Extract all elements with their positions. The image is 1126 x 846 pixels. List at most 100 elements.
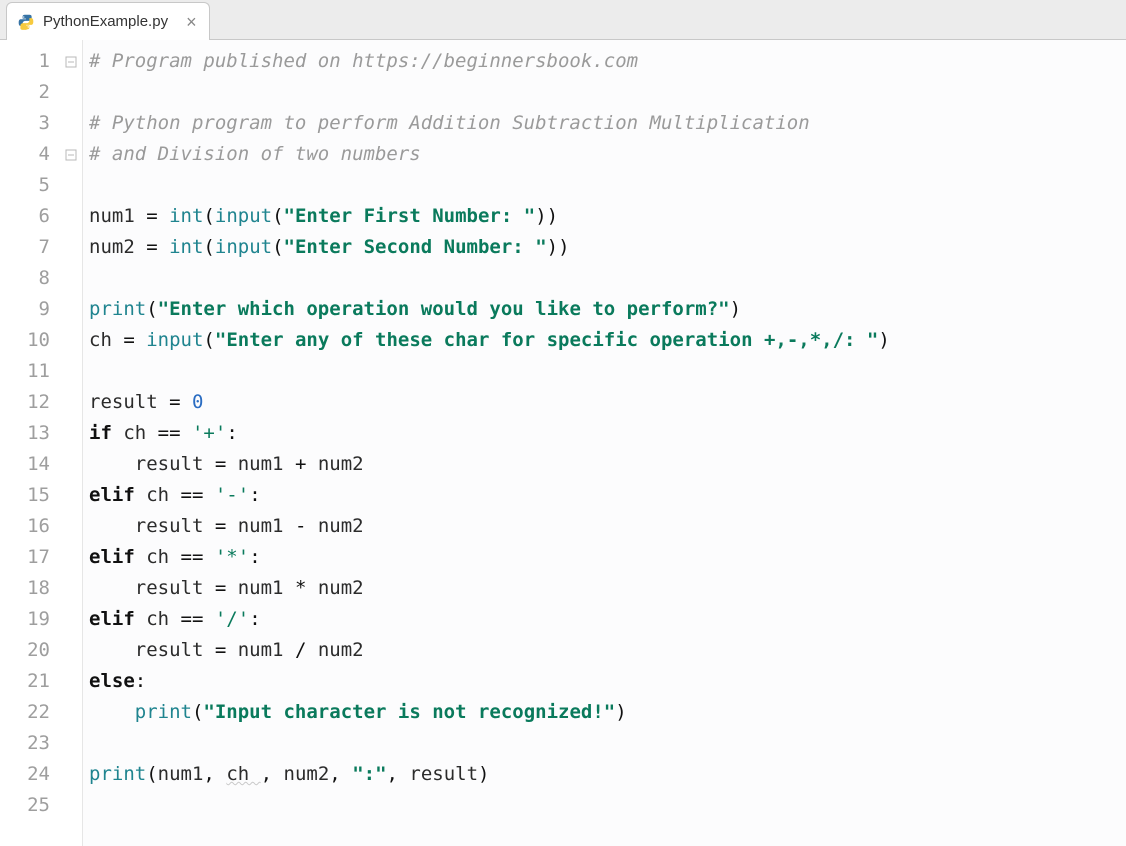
code-line[interactable]: # Program published on https://beginners… xyxy=(89,46,1126,77)
code-line[interactable]: result = num1 - num2 xyxy=(89,511,1126,542)
code-line[interactable]: print("Input character is not recognized… xyxy=(89,697,1126,728)
code-token: = xyxy=(123,329,146,351)
code-line[interactable]: result = num1 / num2 xyxy=(89,635,1126,666)
code-token: '/' xyxy=(215,608,249,630)
code-token: )) xyxy=(547,236,570,258)
code-line[interactable]: if ch == '+': xyxy=(89,418,1126,449)
code-line[interactable]: ch = input("Enter any of these char for … xyxy=(89,325,1126,356)
code-line[interactable] xyxy=(89,728,1126,759)
code-token: elif xyxy=(89,608,146,630)
code-line[interactable]: print(num1, ch , num2, ":", result) xyxy=(89,759,1126,790)
code-token: num2 xyxy=(318,453,364,475)
code-token: '-' xyxy=(215,484,249,506)
code-line[interactable]: print("Enter which operation would you l… xyxy=(89,294,1126,325)
tab-close-button[interactable]: × xyxy=(186,13,197,31)
code-token: "Input character is not recognized!" xyxy=(203,701,615,723)
code-token: - xyxy=(295,515,318,537)
line-number: 3 xyxy=(0,108,50,139)
line-number: 16 xyxy=(0,511,50,542)
code-token: num2 xyxy=(318,639,364,661)
code-token: num2 xyxy=(89,236,146,258)
code-token: / xyxy=(295,639,318,661)
code-line[interactable]: elif ch == '*': xyxy=(89,542,1126,573)
code-token: print xyxy=(89,763,146,785)
code-line[interactable]: num1 = int(input("Enter First Number: ")… xyxy=(89,201,1126,232)
code-token: ":" xyxy=(352,763,386,785)
code-token: : xyxy=(249,484,260,506)
code-line[interactable] xyxy=(89,356,1126,387)
line-number: 19 xyxy=(0,604,50,635)
code-token: result xyxy=(89,391,169,413)
fold-spacer xyxy=(60,635,82,666)
fold-spacer xyxy=(60,294,82,325)
fold-spacer xyxy=(60,697,82,728)
code-line[interactable]: result = 0 xyxy=(89,387,1126,418)
line-number: 13 xyxy=(0,418,50,449)
code-token: '*' xyxy=(215,546,249,568)
line-number: 14 xyxy=(0,449,50,480)
line-number: 6 xyxy=(0,201,50,232)
code-line[interactable]: result = num1 * num2 xyxy=(89,573,1126,604)
code-token: num1 xyxy=(89,205,146,227)
code-token: input xyxy=(146,329,203,351)
line-number: 11 xyxy=(0,356,50,387)
code-line[interactable]: # and Division of two numbers xyxy=(89,139,1126,170)
code-line[interactable] xyxy=(89,263,1126,294)
code-line[interactable]: result = num1 + num2 xyxy=(89,449,1126,480)
line-number: 4 xyxy=(0,139,50,170)
code-area[interactable]: # Program published on https://beginners… xyxy=(82,40,1126,846)
line-number-gutter: 1234567891011121314151617181920212223242… xyxy=(0,40,60,846)
code-token: = xyxy=(146,236,169,258)
code-token: ( xyxy=(146,763,157,785)
code-token: , xyxy=(387,763,410,785)
code-token: print xyxy=(89,298,146,320)
code-token: elif xyxy=(89,546,146,568)
code-line[interactable]: else: xyxy=(89,666,1126,697)
code-line[interactable]: # Python program to perform Addition Sub… xyxy=(89,108,1126,139)
fold-column xyxy=(60,40,82,846)
code-token: , xyxy=(203,763,226,785)
code-token: input xyxy=(215,205,272,227)
code-token: = xyxy=(215,577,238,599)
code-token: num1 xyxy=(238,453,295,475)
code-token: result xyxy=(89,453,215,475)
fold-end-icon[interactable] xyxy=(60,139,82,170)
code-token: ch xyxy=(226,763,260,785)
fold-spacer xyxy=(60,604,82,635)
code-token: num1 xyxy=(238,639,295,661)
code-line[interactable] xyxy=(89,790,1126,821)
code-token: else xyxy=(89,670,135,692)
line-number: 24 xyxy=(0,759,50,790)
code-token: ch xyxy=(146,546,180,568)
code-token: num2 xyxy=(318,515,364,537)
code-line[interactable] xyxy=(89,77,1126,108)
code-token: , xyxy=(261,763,284,785)
code-line[interactable]: elif ch == '-': xyxy=(89,480,1126,511)
editor-tab[interactable]: PythonExample.py × xyxy=(6,2,210,40)
line-number: 15 xyxy=(0,480,50,511)
line-number: 18 xyxy=(0,573,50,604)
code-token: ) xyxy=(615,701,626,723)
fold-spacer xyxy=(60,480,82,511)
fold-spacer xyxy=(60,201,82,232)
code-token: ( xyxy=(203,236,214,258)
fold-spacer xyxy=(60,666,82,697)
code-token: * xyxy=(295,577,318,599)
fold-spacer xyxy=(60,232,82,263)
code-line[interactable]: num2 = int(input("Enter Second Number: "… xyxy=(89,232,1126,263)
line-number: 23 xyxy=(0,728,50,759)
tab-filename: PythonExample.py xyxy=(43,13,168,30)
fold-toggle-icon[interactable] xyxy=(60,46,82,77)
code-editor[interactable]: 1234567891011121314151617181920212223242… xyxy=(0,40,1126,846)
code-line[interactable] xyxy=(89,170,1126,201)
code-token: ch xyxy=(89,329,123,351)
line-number: 20 xyxy=(0,635,50,666)
code-token: : xyxy=(226,422,237,444)
code-line[interactable]: elif ch == '/': xyxy=(89,604,1126,635)
code-token: = xyxy=(215,515,238,537)
line-number: 8 xyxy=(0,263,50,294)
code-token: ( xyxy=(192,701,203,723)
fold-spacer xyxy=(60,511,82,542)
fold-spacer xyxy=(60,573,82,604)
code-token: "Enter First Number: " xyxy=(284,205,536,227)
